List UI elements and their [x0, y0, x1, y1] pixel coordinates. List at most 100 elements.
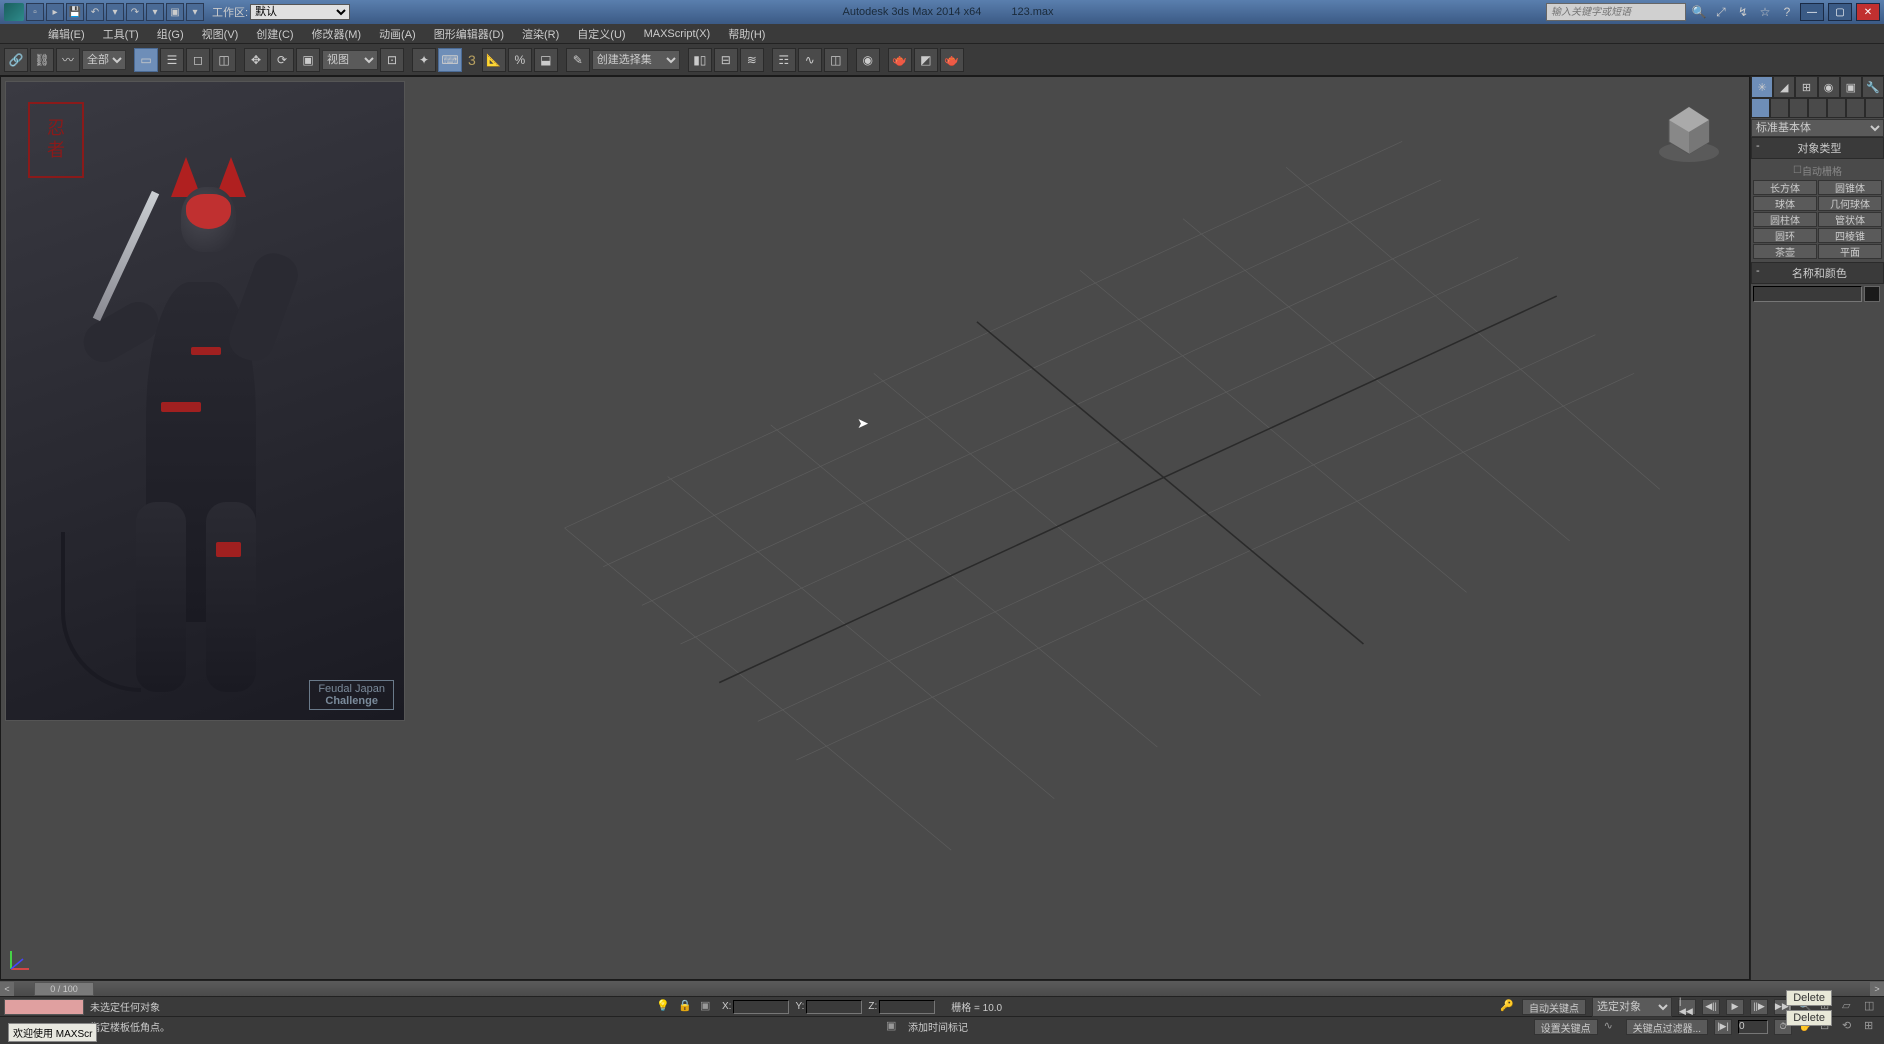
- mirror-icon[interactable]: ▮▯: [688, 48, 712, 72]
- exchange-icon[interactable]: ↯: [1734, 3, 1752, 21]
- scale-icon[interactable]: ▣: [296, 48, 320, 72]
- move-icon[interactable]: ✥: [244, 48, 268, 72]
- nav-region-icon[interactable]: ◫: [1864, 999, 1880, 1015]
- helpers-subtab-icon[interactable]: [1827, 98, 1846, 118]
- maxscript-listener[interactable]: 欢迎使用 MAXScr: [8, 1023, 97, 1042]
- spinner-snap-icon[interactable]: ⬓: [534, 48, 558, 72]
- help-icon[interactable]: ?: [1778, 3, 1796, 21]
- menu-animation[interactable]: 动画(A): [371, 26, 424, 42]
- schematic-view-icon[interactable]: ◫: [824, 48, 848, 72]
- viewcube[interactable]: [1649, 92, 1729, 172]
- menu-edit[interactable]: 编辑(E): [40, 26, 93, 42]
- autogrid-checkbox[interactable]: ☐ 自动栅格: [1753, 161, 1882, 180]
- teapot-button[interactable]: 茶壶: [1753, 244, 1817, 259]
- timeslider-next-icon[interactable]: >: [1870, 982, 1884, 996]
- app-logo-icon[interactable]: [4, 3, 24, 21]
- selection-filter-dropdown[interactable]: 全部: [82, 50, 126, 70]
- next-frame-icon[interactable]: ||▶: [1750, 999, 1768, 1015]
- display-tab-icon[interactable]: ▣: [1840, 76, 1862, 98]
- selection-lock-icon[interactable]: 🔒: [678, 999, 694, 1015]
- x-input[interactable]: [733, 1000, 789, 1014]
- qat-undo-icon[interactable]: ↶: [86, 3, 104, 21]
- tube-button[interactable]: 管状体: [1818, 212, 1882, 227]
- timeslider-track[interactable]: 0 / 100: [14, 982, 1870, 996]
- ref-coord-dropdown[interactable]: 视图: [322, 50, 378, 70]
- pyramid-button[interactable]: 四棱锥: [1818, 228, 1882, 243]
- sphere-button[interactable]: 球体: [1753, 196, 1817, 211]
- manipulate-icon[interactable]: ✦: [412, 48, 436, 72]
- select-object-icon[interactable]: ▭: [134, 48, 158, 72]
- utilities-tab-icon[interactable]: 🔧: [1862, 76, 1884, 98]
- menu-maxscript[interactable]: MAXScript(X): [636, 28, 719, 40]
- lock-icon[interactable]: 💡: [656, 999, 672, 1015]
- menu-views[interactable]: 视图(V): [194, 26, 247, 42]
- create-tab-icon[interactable]: ✳: [1751, 76, 1773, 98]
- frame-input[interactable]: [1738, 1020, 1768, 1034]
- object-type-rollout[interactable]: -对象类型: [1751, 137, 1884, 159]
- time-slider[interactable]: < 0 / 100 >: [0, 980, 1884, 996]
- workspace-dropdown[interactable]: 默认: [250, 4, 350, 20]
- hierarchy-tab-icon[interactable]: ⊞: [1795, 76, 1817, 98]
- help-search-input[interactable]: [1546, 3, 1686, 21]
- close-button[interactable]: ✕: [1856, 3, 1880, 21]
- box-button[interactable]: 长方体: [1753, 180, 1817, 195]
- goto-start-icon[interactable]: |◀◀: [1678, 999, 1696, 1015]
- qat-save-icon[interactable]: 💾: [66, 3, 84, 21]
- cylinder-button[interactable]: 圆柱体: [1753, 212, 1817, 227]
- search-icon[interactable]: 🔍: [1690, 3, 1708, 21]
- qat-project-icon[interactable]: ▣: [166, 3, 184, 21]
- communication-icon[interactable]: ⤢: [1712, 3, 1730, 21]
- lights-subtab-icon[interactable]: [1789, 98, 1808, 118]
- menu-create[interactable]: 创建(C): [248, 26, 301, 42]
- qat-new-icon[interactable]: ▫: [26, 3, 44, 21]
- bind-spacewarp-icon[interactable]: 〰: [56, 48, 80, 72]
- nav-orbit-icon[interactable]: ⟲: [1842, 1019, 1858, 1035]
- keyfilter-icon[interactable]: ∿: [1604, 1019, 1620, 1035]
- nav-maximize-icon[interactable]: ⊞: [1864, 1019, 1880, 1035]
- menu-customize[interactable]: 自定义(U): [569, 26, 633, 42]
- timetag-icon[interactable]: ▣: [886, 1019, 902, 1035]
- keyfilter-button[interactable]: 关键点过滤器...: [1626, 1019, 1708, 1035]
- shapes-subtab-icon[interactable]: [1770, 98, 1789, 118]
- cameras-subtab-icon[interactable]: [1808, 98, 1827, 118]
- play-icon[interactable]: ▶: [1726, 999, 1744, 1015]
- y-input[interactable]: [806, 1000, 862, 1014]
- render-setup-icon[interactable]: 🫖: [888, 48, 912, 72]
- plane-button[interactable]: 平面: [1818, 244, 1882, 259]
- autokey-button[interactable]: 自动关键点: [1522, 999, 1586, 1015]
- geosphere-button[interactable]: 几何球体: [1818, 196, 1882, 211]
- menu-modifiers[interactable]: 修改器(M): [304, 26, 370, 42]
- render-production-icon[interactable]: 🫖: [940, 48, 964, 72]
- viewport[interactable]: [+][透视][平滑 + 高光 ] 忍 者 Feudal Japan Chall…: [0, 76, 1750, 980]
- angle-snap-icon[interactable]: 📐: [482, 48, 506, 72]
- prev-frame-icon[interactable]: ◀||: [1702, 999, 1720, 1015]
- key-mode-icon[interactable]: 🔑: [1500, 999, 1516, 1015]
- add-time-tag[interactable]: 添加时间标记: [908, 1019, 968, 1034]
- menu-rendering[interactable]: 渲染(R): [514, 26, 567, 42]
- percent-snap-icon[interactable]: %: [508, 48, 532, 72]
- nav-fov-icon[interactable]: ▱: [1842, 999, 1858, 1015]
- keyboard-shortcut-icon[interactable]: ⌨: [438, 48, 462, 72]
- isolate-icon[interactable]: ▣: [700, 999, 716, 1015]
- maximize-button[interactable]: ▢: [1828, 3, 1852, 21]
- menu-group[interactable]: 组(G): [149, 26, 192, 42]
- qat-redo-icon[interactable]: ↷: [126, 3, 144, 21]
- reference-image-plane[interactable]: 忍 者 Feudal Japan Challenge: [5, 81, 405, 721]
- curve-editor-icon[interactable]: ∿: [798, 48, 822, 72]
- object-name-input[interactable]: [1753, 286, 1862, 302]
- qat-redo-dd-icon[interactable]: ▾: [146, 3, 164, 21]
- torus-button[interactable]: 圆环: [1753, 228, 1817, 243]
- motion-tab-icon[interactable]: ◉: [1818, 76, 1840, 98]
- timeslider-handle[interactable]: 0 / 100: [34, 982, 94, 996]
- named-selection-dropdown[interactable]: 创建选择集: [592, 50, 680, 70]
- favorite-icon[interactable]: ☆: [1756, 3, 1774, 21]
- qat-open-icon[interactable]: ▸: [46, 3, 64, 21]
- align-icon[interactable]: ⊟: [714, 48, 738, 72]
- object-color-swatch[interactable]: [1864, 286, 1880, 302]
- menu-tools[interactable]: 工具(T): [95, 26, 147, 42]
- menu-graph-editors[interactable]: 图形编辑器(D): [426, 26, 512, 42]
- rendered-frame-icon[interactable]: ◩: [914, 48, 938, 72]
- name-color-rollout[interactable]: -名称和颜色: [1751, 262, 1884, 284]
- menu-help[interactable]: 帮助(H): [720, 26, 773, 42]
- material-editor-icon[interactable]: ◉: [856, 48, 880, 72]
